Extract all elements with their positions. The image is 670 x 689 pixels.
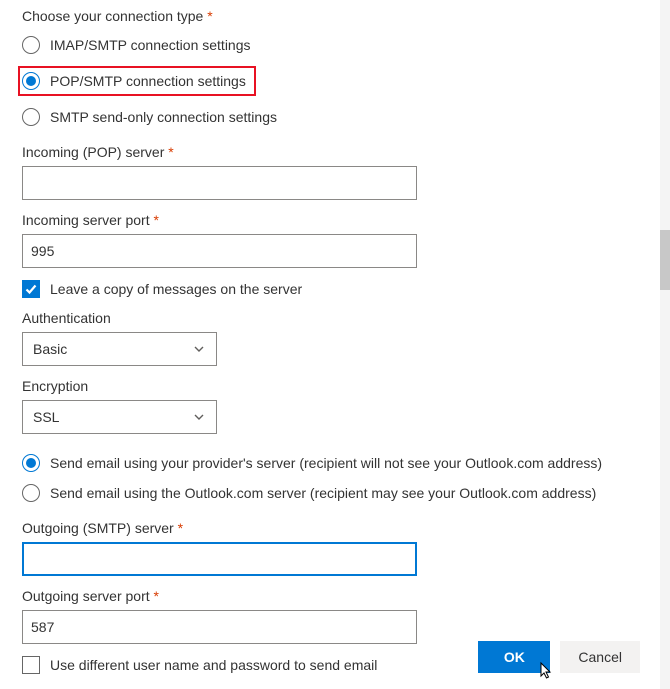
required-asterisk: * — [168, 144, 173, 160]
label-text: Choose your connection type — [22, 8, 203, 24]
vertical-scrollbar[interactable] — [660, 0, 670, 689]
checkbox-label: Leave a copy of messages on the server — [50, 281, 302, 297]
chevron-down-icon — [192, 342, 206, 356]
radio-label: Send email using your provider's server … — [50, 455, 602, 471]
checkbox-icon — [22, 656, 40, 674]
outgoing-server-label: Outgoing (SMTP) server * — [22, 520, 648, 536]
leave-copy-checkbox[interactable]: Leave a copy of messages on the server — [22, 280, 648, 298]
authentication-select[interactable]: Basic — [22, 332, 217, 366]
incoming-server-label: Incoming (POP) server * — [22, 144, 648, 160]
select-value: SSL — [33, 409, 59, 425]
radio-icon — [22, 484, 40, 502]
label-text: Incoming server port — [22, 212, 150, 228]
label-text: Outgoing (SMTP) server — [22, 520, 174, 536]
radio-send-outlook[interactable]: Send email using the Outlook.com server … — [22, 478, 648, 508]
outgoing-port-label: Outgoing server port * — [22, 588, 648, 604]
chevron-down-icon — [192, 410, 206, 424]
radio-icon — [22, 108, 40, 126]
radio-smtp-only[interactable]: SMTP send-only connection settings — [22, 102, 648, 132]
radio-pop-smtp[interactable]: POP/SMTP connection settings — [22, 60, 648, 102]
scrollbar-thumb[interactable] — [660, 230, 670, 290]
ok-button[interactable]: OK — [478, 641, 550, 673]
connection-type-label: Choose your connection type * — [22, 8, 648, 24]
radio-icon — [22, 454, 40, 472]
radio-icon — [22, 72, 40, 90]
required-asterisk: * — [154, 212, 159, 228]
cursor-icon — [538, 661, 556, 681]
label-text: Incoming (POP) server — [22, 144, 164, 160]
encryption-label: Encryption — [22, 378, 648, 394]
required-asterisk: * — [207, 8, 212, 24]
button-label: Cancel — [578, 649, 622, 665]
checkbox-icon — [22, 280, 40, 298]
dialog-buttons: OK Cancel — [478, 641, 640, 673]
authentication-label: Authentication — [22, 310, 648, 326]
required-asterisk: * — [154, 588, 159, 604]
select-value: Basic — [33, 341, 67, 357]
encryption-select[interactable]: SSL — [22, 400, 217, 434]
radio-label: Send email using the Outlook.com server … — [50, 485, 596, 501]
radio-imap-smtp[interactable]: IMAP/SMTP connection settings — [22, 30, 648, 60]
radio-label: POP/SMTP connection settings — [50, 73, 246, 89]
button-label: OK — [504, 649, 525, 665]
radio-icon — [22, 36, 40, 54]
required-asterisk: * — [178, 520, 183, 536]
cancel-button[interactable]: Cancel — [560, 641, 640, 673]
outgoing-server-input[interactable] — [22, 542, 417, 576]
radio-send-provider[interactable]: Send email using your provider's server … — [22, 448, 648, 478]
outgoing-port-input[interactable] — [22, 610, 417, 644]
highlight-box: POP/SMTP connection settings — [18, 66, 256, 96]
incoming-port-input[interactable] — [22, 234, 417, 268]
incoming-server-input[interactable] — [22, 166, 417, 200]
incoming-port-label: Incoming server port * — [22, 212, 648, 228]
checkbox-label: Use different user name and password to … — [50, 657, 377, 673]
radio-label: IMAP/SMTP connection settings — [50, 37, 251, 53]
label-text: Outgoing server port — [22, 588, 150, 604]
settings-panel: Choose your connection type * IMAP/SMTP … — [0, 0, 670, 674]
radio-label: SMTP send-only connection settings — [50, 109, 277, 125]
